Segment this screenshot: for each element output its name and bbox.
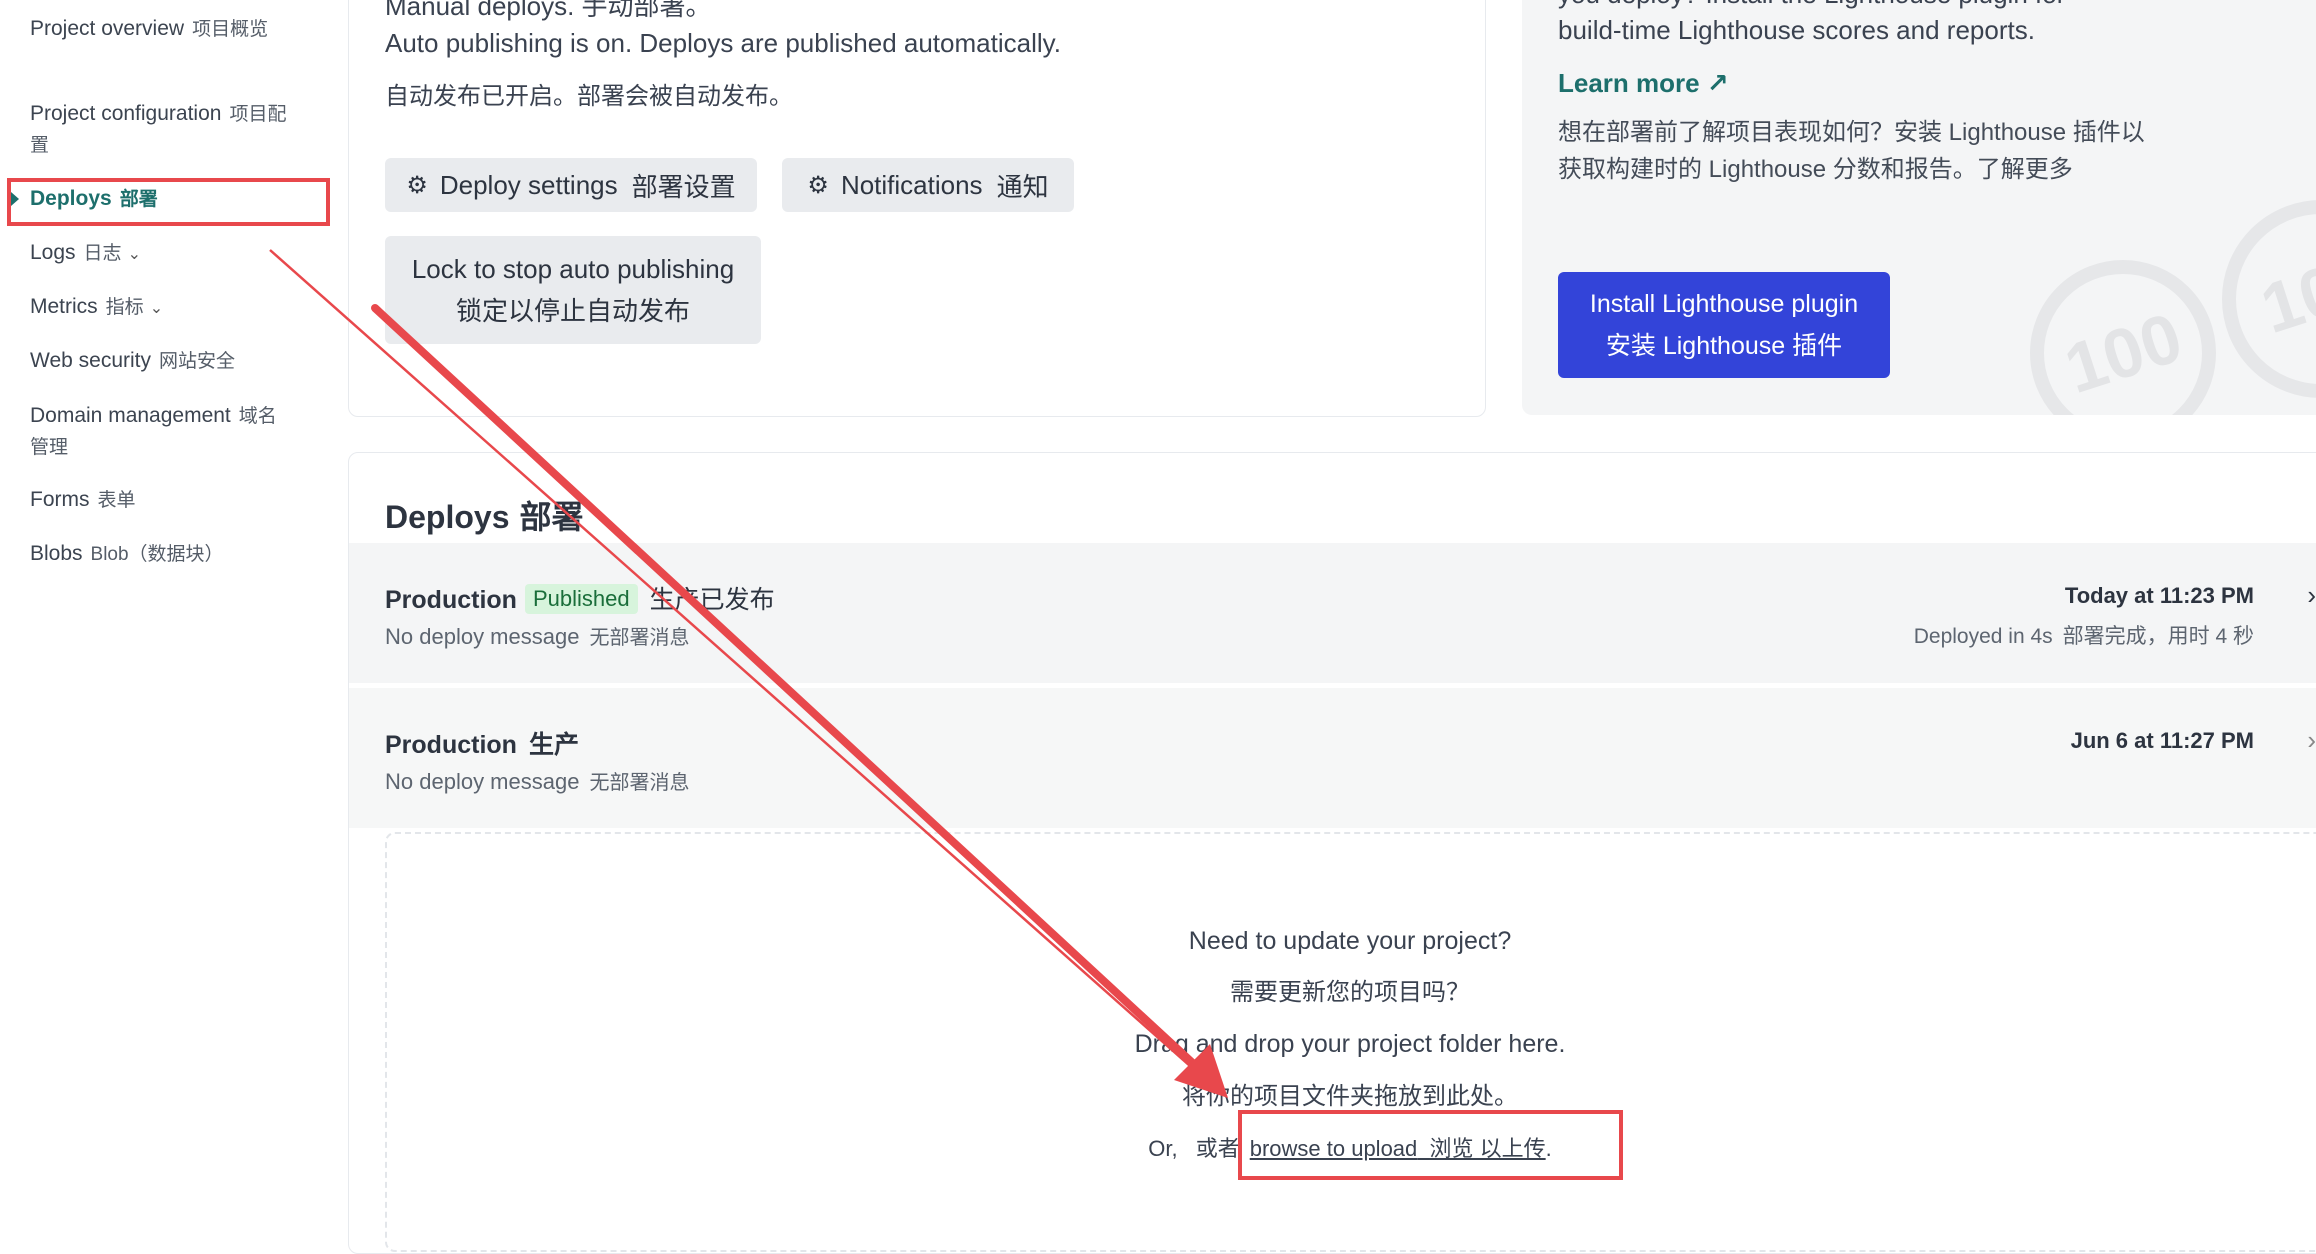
active-indicator-icon — [11, 192, 19, 206]
sidebar-item-project-overview[interactable]: Project overview 项目概览 — [30, 14, 290, 45]
sidebar-item-blobs[interactable]: Blobs Blob（数据块） — [30, 539, 290, 570]
deploys-heading-text-zh: 部署 — [519, 499, 584, 535]
install-label: Install Lighthouse plugin — [1589, 290, 1859, 318]
lighthouse-score-decoration-small: 10 — [2222, 200, 2316, 398]
install-lighthouse-button[interactable]: Install Lighthouse plugin 安装 Lighthouse … — [1558, 272, 1890, 378]
deploy-message-text: No deploy message — [385, 624, 580, 649]
published-badge: Published — [524, 584, 638, 614]
deploy-duration: Deployed in 4s 部署完成，用时 4 秒 — [1914, 620, 2254, 650]
sidebar-item-label: Project configuration — [30, 102, 222, 125]
browse-to-upload-link[interactable]: browse to upload 浏览 以上传 — [1250, 1136, 1546, 1161]
chevron-right-icon: › — [2307, 580, 2316, 610]
deploy-message-text: No deploy message — [385, 769, 580, 794]
update-question: Need to update your project? — [1188, 927, 1512, 955]
chevron-down-icon: ⌄ — [127, 246, 141, 263]
gear-icon: ⚙ — [406, 171, 428, 199]
score-text: 100 — [2055, 297, 2191, 409]
sidebar-item-label-zh: 项目概览 — [192, 19, 269, 40]
sidebar-item-logs[interactable]: Logs 日志 ⌄ — [30, 238, 290, 270]
deploy-message-text-zh: 无部署消息 — [589, 627, 690, 649]
chevron-right-icon: › — [2307, 725, 2316, 755]
deploy-row-title: Production Published 生产已发布 — [385, 580, 775, 616]
deploy-status-zh: 生产已发布 — [649, 586, 775, 614]
deploy-settings-label: Deploy settings — [439, 169, 618, 200]
lock-label: Lock to stop auto publishing — [411, 254, 735, 284]
deploy-message-text-zh: 无部署消息 — [589, 772, 690, 794]
sidebar-item-forms[interactable]: Forms 表单 — [30, 485, 290, 516]
deploy-row[interactable]: Production 生产 No deploy message 无部署消息 Jun … — [349, 688, 2316, 828]
sidebar-item-label-zh: 表单 — [97, 490, 136, 511]
sidebar-item-label: Metrics — [30, 295, 98, 318]
lighthouse-score-decoration: 100 — [2030, 260, 2216, 415]
browse-link-text: browse to upload — [1249, 1136, 1418, 1161]
sidebar-item-label: Domain management — [30, 404, 231, 427]
sidebar-item-label-zh: Blob（数据块） — [90, 544, 224, 565]
sidebar-item-label: Web security — [30, 349, 151, 372]
browse-link-text-zh: 浏览 以上传 — [1429, 1136, 1546, 1161]
deploy-env: Production — [385, 586, 517, 614]
deploy-row[interactable]: Production Published 生产已发布 No deploy messa… — [349, 543, 2316, 683]
lighthouse-text-line2: build-time Lighthouse scores and reports… — [1558, 15, 2035, 45]
sidebar-item-label: Deploys — [30, 187, 112, 210]
sidebar-item-label: Forms — [30, 488, 90, 511]
sidebar-item-label-zh: 部署 — [119, 189, 158, 210]
sidebar-item-label-zh: 日志 — [83, 243, 122, 264]
install-label-zh: 安装 Lighthouse 插件 — [1605, 332, 1843, 360]
deploy-message: No deploy message 无部署消息 — [385, 621, 689, 650]
deploy-settings-label-zh: 部署设置 — [631, 171, 736, 202]
sidebar-item-domain-management[interactable]: Domain management 域名管理 — [30, 401, 290, 463]
sidebar-item-project-configuration[interactable]: Project configuration 项目配置 — [30, 99, 290, 161]
sidebar-item-deploys[interactable]: Deploys 部署 — [30, 184, 290, 215]
manual-deploys-text: Manual deploys. 手动部署。 — [385, 0, 712, 21]
lock-auto-publishing-button[interactable]: Lock to stop auto publishing 锁定以停止自动发布 — [385, 236, 761, 344]
auto-publishing-text: Auto publishing is on. Deploys are publi… — [385, 28, 1061, 58]
deploy-row-title: Production 生产 — [385, 725, 579, 761]
upload-line: Or, 或者 browse to upload 浏览 以上传. — [192, 1131, 2316, 1163]
deploy-message: No deploy message 无部署消息 — [385, 766, 689, 795]
sidebar-item-label-zh: 指标 — [105, 297, 144, 318]
auto-publishing-text-zh: 自动发布已开启。部署会被自动发布。 — [385, 83, 793, 110]
gear-icon: ⚙ — [807, 171, 829, 199]
drag-drop-text-zh: 将你的项目文件夹拖放到此处。 — [1182, 1083, 1518, 1110]
notifications-button[interactable]: ⚙ Notifications 通知 — [782, 158, 1074, 212]
deploy-env: Production — [385, 731, 517, 759]
deploy-duration-text: Deployed in 4s — [1913, 625, 2053, 648]
deploys-heading: Deploys 部署 — [385, 492, 584, 538]
deploys-heading-text: Deploys — [385, 499, 510, 535]
sidebar-item-metrics[interactable]: Metrics 指标 ⌄ — [30, 292, 290, 324]
lock-label-zh: 锁定以停止自动发布 — [455, 296, 690, 326]
sidebar-item-web-security[interactable]: Web security 网站安全 — [30, 346, 290, 377]
sidebar-item-label: Blobs — [30, 542, 83, 565]
sidebar-item-label-zh: 网站安全 — [159, 351, 236, 372]
lighthouse-text-zh: 想在部署前了解项目表现如何？安装 Lighthouse 插件以获取构建时的 Li… — [1558, 119, 2145, 183]
update-question-zh: 需要更新您的项目吗？ — [1230, 979, 1470, 1006]
notifications-label: Notifications — [840, 169, 983, 200]
deploy-time: Jun 6 at 11:27 PM — [2070, 728, 2254, 753]
or-text: Or, — [1148, 1136, 1178, 1161]
period-text: . — [1545, 1136, 1552, 1161]
lighthouse-card: 100 10 you deploy? Install the Lighthous… — [1522, 0, 2316, 415]
sidebar-item-label: Logs — [30, 241, 76, 264]
deploy-env-zh: 生产 — [528, 731, 579, 759]
deploy-duration-text-zh: 部署完成，用时 4 秒 — [2062, 625, 2254, 648]
score-text: 10 — [2251, 249, 2316, 349]
drag-drop-text: Drag and drop your project folder here. — [1134, 1030, 1566, 1058]
learn-more-link[interactable]: Learn more ↗ — [1558, 68, 1729, 99]
chevron-down-icon: ⌄ — [149, 300, 164, 317]
notifications-label-zh: 通知 — [996, 171, 1049, 202]
or-text-zh: 或者 — [1195, 1136, 1240, 1161]
sidebar-item-label: Project overview — [30, 17, 185, 40]
deploy-settings-button[interactable]: ⚙ Deploy settings 部署设置 — [385, 158, 757, 212]
deploy-time: Today at 11:23 PM — [2064, 583, 2254, 608]
